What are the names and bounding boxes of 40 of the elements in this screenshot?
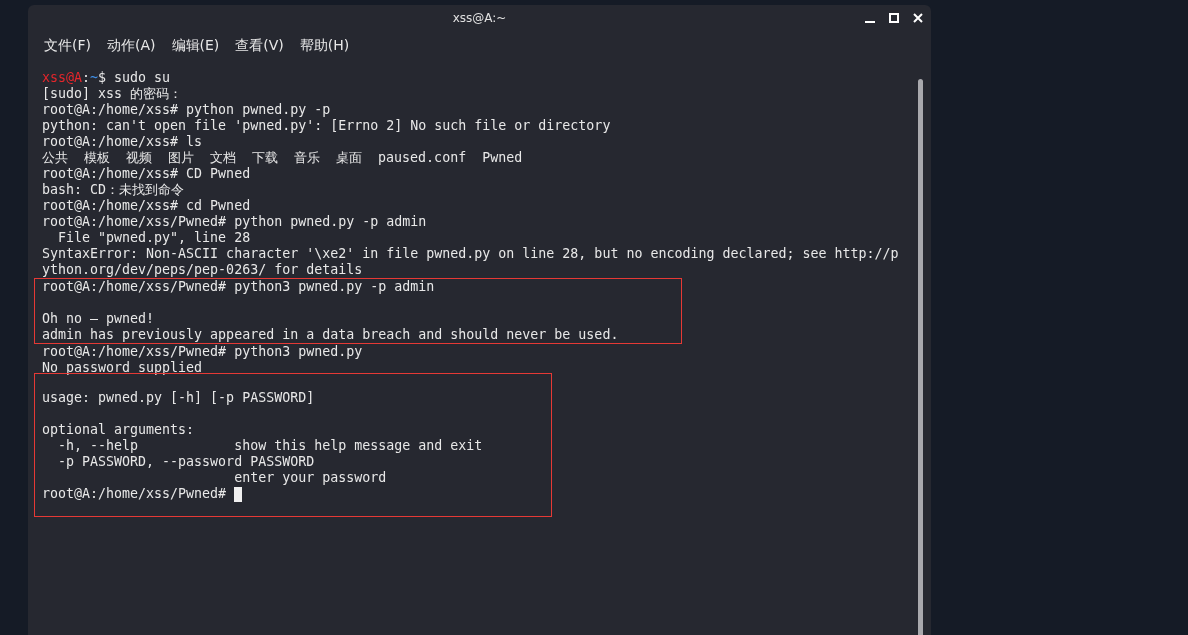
terminal-line: enter your password	[233, 470, 387, 486]
terminal-line: root@A:/home/xss/Pwned# python3 pwned.py -p admin	[42, 279, 435, 295]
terminal-line: root@A:/home/xss# ls	[42, 134, 203, 150]
terminal-line: -p PASSWORD, --password PASSWORD	[57, 454, 315, 470]
terminal-line: No password supplied	[42, 360, 203, 376]
close-icon	[912, 12, 924, 24]
menu-item[interactable]: 动作(A)	[101, 35, 162, 57]
terminal-line: root@A:/home/xss/Pwned# python pwned.py -p admin	[42, 214, 427, 230]
terminal-line: SyntaxError: Non-ASCII character '\xe2' in file pwned.py on line 28, but no encoding declared; see http://p	[42, 246, 899, 262]
terminal-line: [sudo] xss 的密码：	[42, 86, 183, 102]
maximize-button[interactable]	[887, 11, 901, 25]
prompt-text: $ sudo su	[98, 70, 171, 86]
terminal-line: ython.org/dev/peps/pep-0263/ for details	[42, 262, 363, 278]
minimize-icon	[865, 21, 875, 23]
terminal-line: usage: pwned.py [-h] [-p PASSWORD]	[42, 390, 315, 406]
menu-item[interactable]: 编辑(E)	[165, 35, 226, 57]
scrollbar-thumb[interactable]	[918, 79, 923, 635]
maximize-icon	[888, 12, 900, 24]
window-title: xss@A:~	[452, 11, 507, 25]
terminal-line: root@A:/home/xss/Pwned#	[42, 486, 228, 502]
text-cursor	[234, 487, 243, 502]
terminal-line: root@A:/home/xss# CD Pwned	[42, 166, 251, 182]
prompt-text: :	[82, 70, 91, 86]
prompt-text: xss@A	[42, 70, 83, 86]
terminal-line: root@A:/home/xss# cd Pwned	[42, 198, 251, 214]
close-button[interactable]	[911, 11, 925, 25]
terminal-line: admin has previously appeared in a data breach and should never be used.	[42, 327, 619, 343]
menu-item[interactable]: 查看(V)	[229, 35, 290, 57]
terminal-line: 公共 模板 视频 图片 文档 下载 音乐 桌面 paused.conf Pwned	[42, 150, 523, 166]
terminal-line: -h, --help show this help message and exit	[57, 438, 483, 454]
terminal-line: optional arguments:	[42, 422, 195, 438]
terminal-line: bash: CD：未找到命令	[42, 182, 185, 198]
menu-item[interactable]: 帮助(H)	[293, 35, 356, 57]
terminal-line: root@A:/home/xss# python pwned.py -p	[42, 102, 331, 118]
terminal-line: File "pwned.py", line 28	[57, 230, 251, 246]
terminal-line: python: can't open file 'pwned.py': [Errno 2] No such file or directory	[42, 118, 611, 134]
terminal-line: root@A:/home/xss/Pwned# python3 pwned.py	[42, 344, 363, 360]
prompt-text: ~	[90, 70, 99, 86]
menu-item[interactable]: 文件(F)	[38, 35, 97, 57]
terminal-line: Oh no — pwned!	[42, 311, 155, 327]
